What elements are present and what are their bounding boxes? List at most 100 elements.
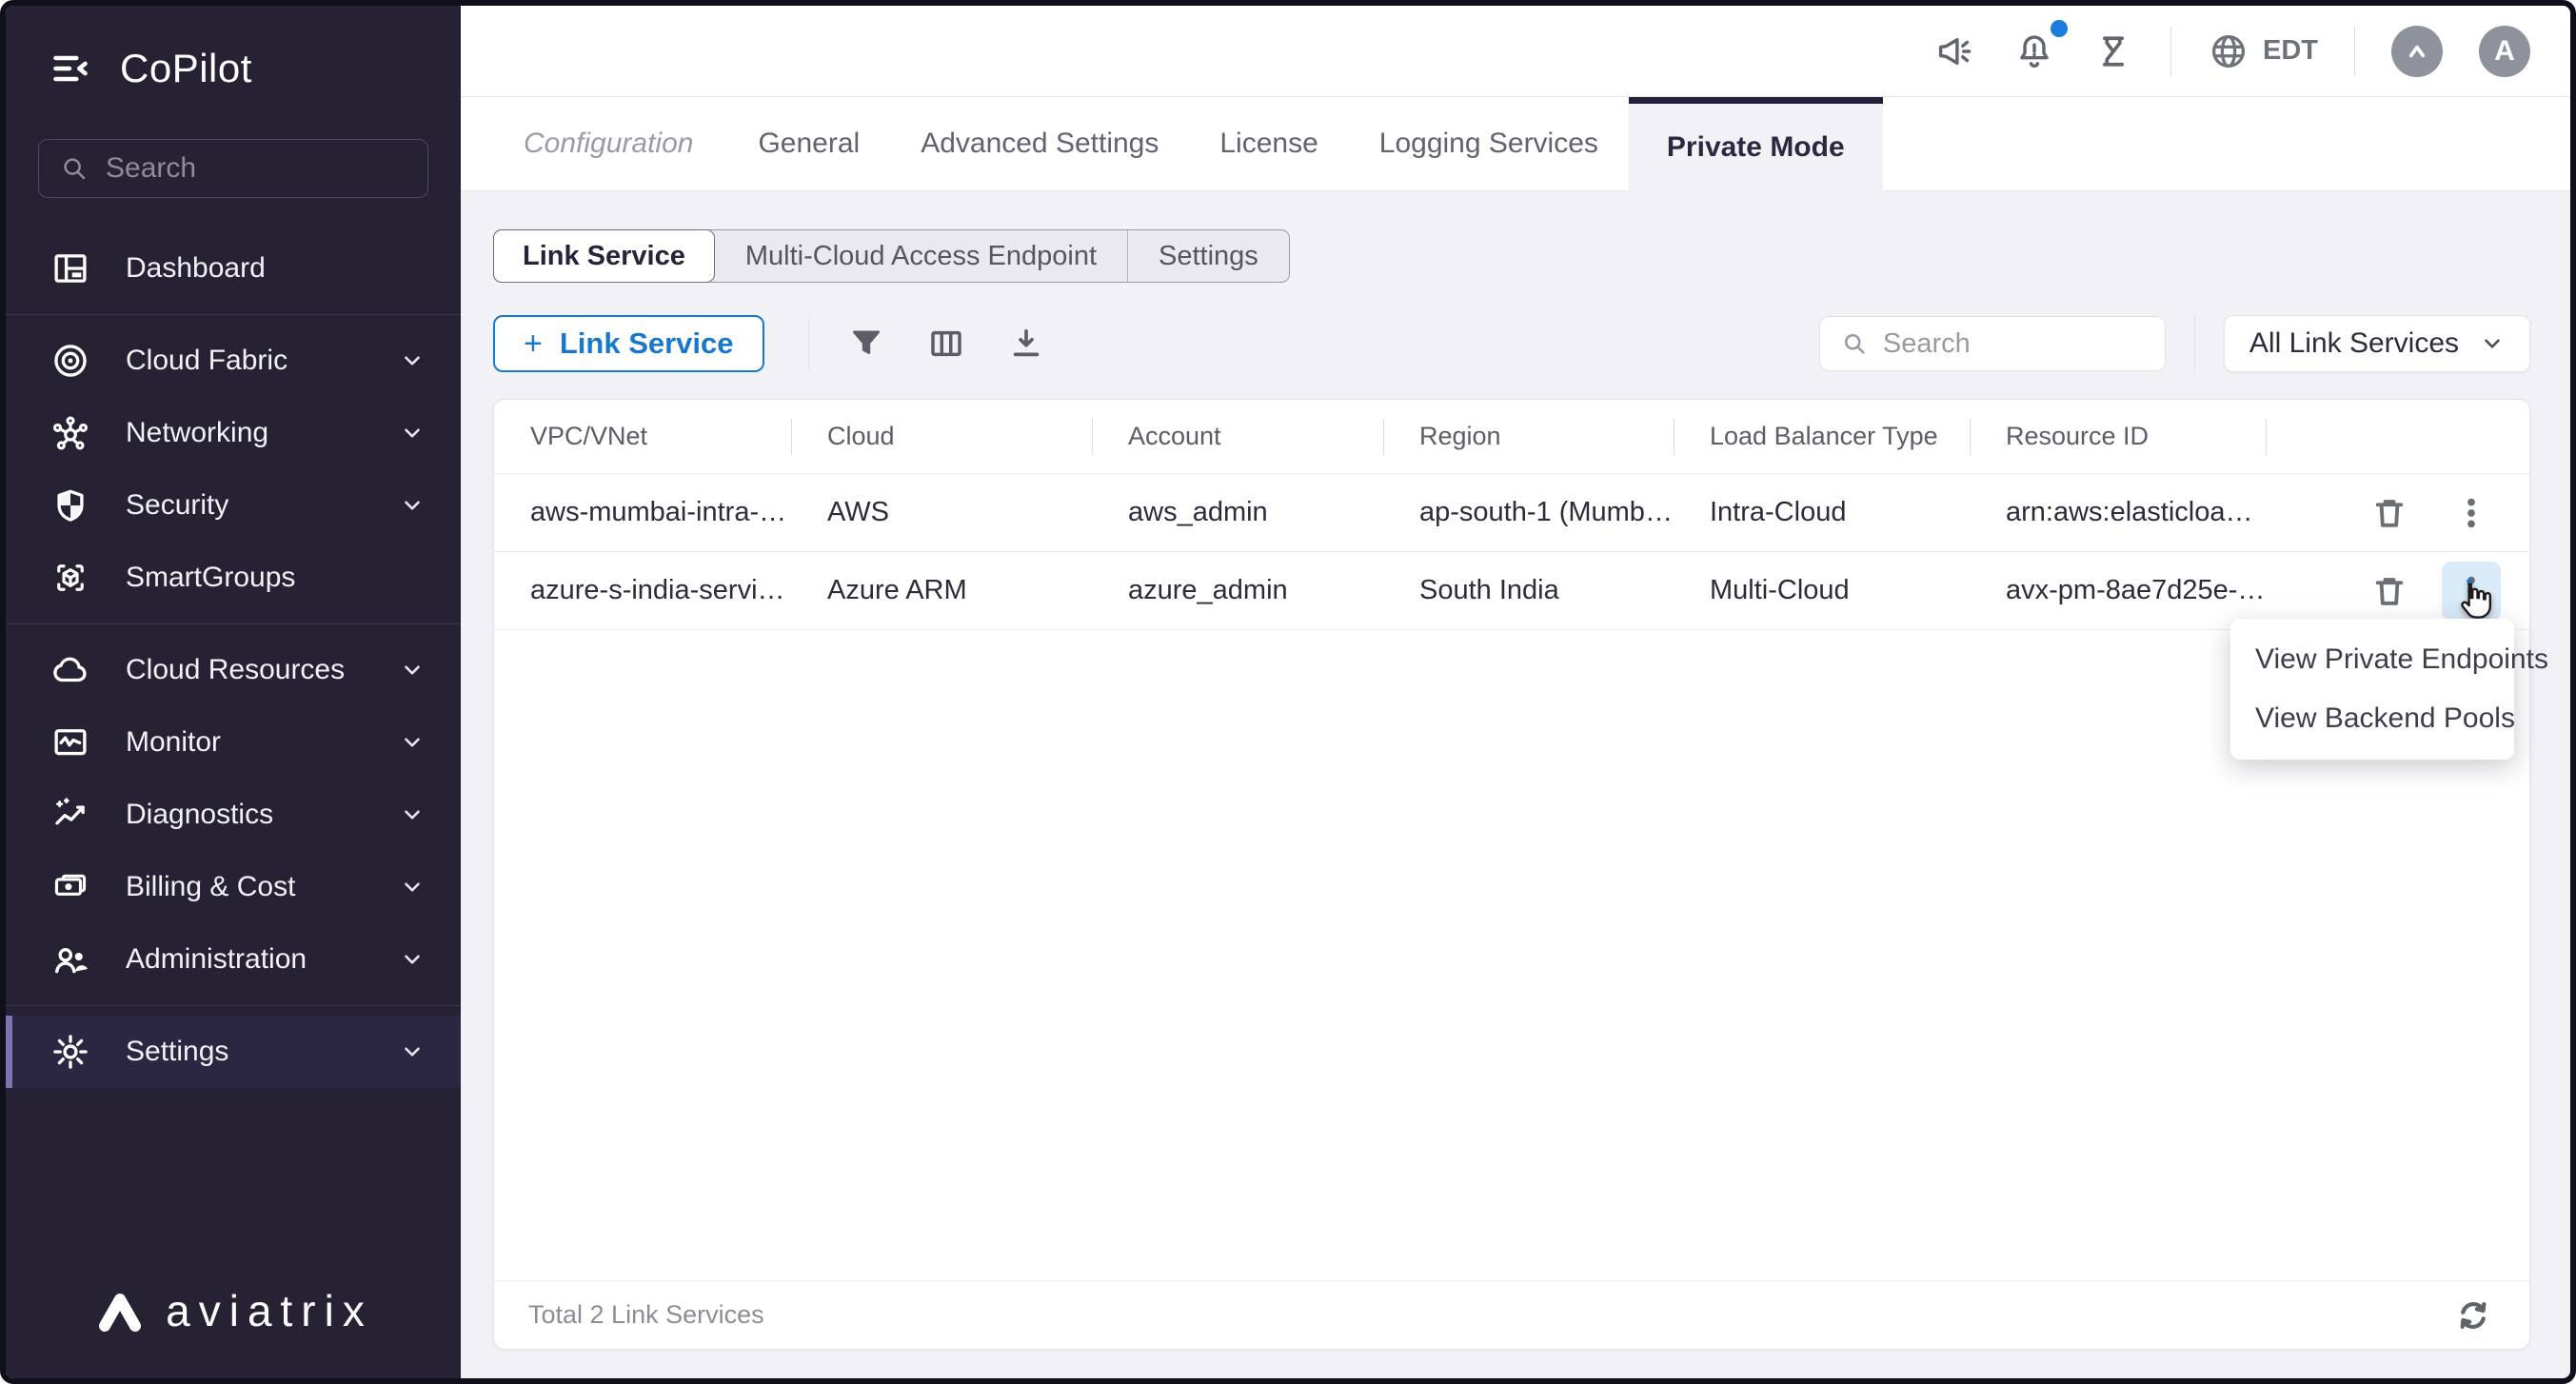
dashboard-icon <box>50 248 91 288</box>
kebab-menu-icon[interactable] <box>2442 484 2501 543</box>
notification-badge-dot <box>2051 20 2068 37</box>
topbar: EDT A <box>461 6 2570 97</box>
subtab-multicloud-access-endpoint[interactable]: Multi-Cloud Access Endpoint <box>715 230 1128 282</box>
sidebar-item-label: Administration <box>126 943 307 976</box>
link-services-table-card: VPC/VNet Cloud Account Region Load Balan… <box>493 399 2530 1350</box>
avatar-initial: A <box>2494 35 2515 68</box>
chevron-up-icon <box>2403 37 2431 66</box>
cell-region: South India <box>1383 575 1674 606</box>
tab-context-label: Configuration <box>493 97 727 190</box>
add-link-service-label: Link Service <box>560 326 734 361</box>
tab-logging-services[interactable]: Logging Services <box>1349 97 1629 190</box>
diagnostics-icon <box>50 795 91 835</box>
sidebar-item-label: Cloud Fabric <box>126 345 287 377</box>
sidebar-item-monitor[interactable]: Monitor <box>6 706 461 779</box>
column-header-region[interactable]: Region <box>1383 422 1674 451</box>
row-actions <box>2266 484 2529 543</box>
sidebar-item-smartgroups[interactable]: SmartGroups <box>6 542 461 614</box>
sidebar-search-input[interactable] <box>106 152 406 185</box>
row-context-menu: View Private Endpoints View Backend Pool… <box>2230 619 2514 760</box>
user-avatar[interactable]: A <box>2479 26 2530 77</box>
column-header-cloud[interactable]: Cloud <box>791 422 1092 451</box>
menu-item-view-private-endpoints[interactable]: View Private Endpoints <box>2230 630 2514 689</box>
menu-item-view-backend-pools[interactable]: View Backend Pools <box>2230 689 2514 748</box>
sidebar-item-cloud-resources[interactable]: Cloud Resources <box>6 634 461 706</box>
column-header-vpc[interactable]: VPC/VNet <box>494 422 791 451</box>
controller-avatar[interactable] <box>2391 26 2443 77</box>
cell-cloud: Azure ARM <box>791 575 1092 606</box>
tabbar: Configuration General Advanced Settings … <box>461 97 2570 191</box>
cell-account: azure_admin <box>1092 575 1383 606</box>
chevron-down-icon <box>400 1039 425 1064</box>
networking-icon <box>50 413 91 453</box>
table-empty-area <box>494 630 2529 1280</box>
column-header-lb-type[interactable]: Load Balancer Type <box>1674 422 1970 451</box>
hourglass-icon[interactable] <box>2092 30 2134 72</box>
users-icon <box>50 939 91 979</box>
aviatrix-wordmark: aviatrix <box>166 1285 373 1336</box>
cell-lb-type: Multi-Cloud <box>1674 575 1970 606</box>
sidebar: CoPilot Dashboard Cloud Fabric Networkin… <box>6 6 461 1378</box>
main-area: EDT A Configuration General Advanced Set… <box>461 6 2570 1378</box>
shield-icon <box>50 485 91 525</box>
sidebar-item-dashboard[interactable]: Dashboard <box>6 232 461 305</box>
sidebar-item-label: Cloud Resources <box>126 654 345 686</box>
sidebar-item-administration[interactable]: Administration <box>6 923 461 996</box>
search-icon <box>1841 330 1868 357</box>
tab-advanced-settings[interactable]: Advanced Settings <box>890 97 1189 190</box>
subtab-settings[interactable]: Settings <box>1128 230 1289 282</box>
scope-dropdown-value: All Link Services <box>2249 327 2459 360</box>
trash-icon[interactable] <box>2360 484 2419 543</box>
aviatrix-logo: aviatrix <box>6 1253 461 1378</box>
table-search-input[interactable] <box>1883 328 2144 360</box>
sidebar-item-security[interactable]: Security <box>6 469 461 542</box>
search-icon <box>60 154 89 183</box>
kebab-menu-icon-active[interactable] <box>2442 562 2501 621</box>
table-row[interactable]: azure-s-india-servi… Azure ARM azure_adm… <box>494 552 2529 630</box>
chevron-down-icon <box>400 730 425 755</box>
sidebar-item-diagnostics[interactable]: Diagnostics <box>6 779 461 851</box>
link-services-scope-dropdown[interactable]: All Link Services <box>2224 315 2530 372</box>
download-icon[interactable] <box>986 324 1066 364</box>
trash-icon[interactable] <box>2360 562 2419 621</box>
toolbar-divider <box>808 318 809 369</box>
sidebar-divider <box>6 623 461 624</box>
sidebar-item-billing[interactable]: Billing & Cost <box>6 851 461 923</box>
tab-general[interactable]: General <box>727 97 890 190</box>
sidebar-item-cloud-fabric[interactable]: Cloud Fabric <box>6 325 461 397</box>
sidebar-item-settings[interactable]: Settings <box>6 1016 461 1088</box>
chevron-down-icon <box>400 493 425 518</box>
subtab-link-service[interactable]: Link Service <box>493 229 715 283</box>
filter-icon[interactable] <box>826 324 906 364</box>
table-search[interactable] <box>1819 316 2166 371</box>
tab-license[interactable]: License <box>1189 97 1348 190</box>
row-actions <box>2266 562 2529 621</box>
cell-resource-id: arn:aws:elasticloa… <box>1970 497 2266 528</box>
topbar-divider <box>2354 27 2355 76</box>
cell-vpc: aws-mumbai-intra-… <box>494 497 791 528</box>
chevron-down-icon <box>2480 331 2505 356</box>
refresh-icon[interactable] <box>2451 1294 2495 1337</box>
sidebar-search[interactable] <box>38 139 428 198</box>
chevron-down-icon <box>400 658 425 682</box>
cell-cloud: AWS <box>791 497 1092 528</box>
sidebar-item-label: SmartGroups <box>126 562 295 594</box>
announcements-icon[interactable] <box>1932 30 1976 73</box>
timezone-selector[interactable]: EDT <box>2208 30 2318 72</box>
columns-icon[interactable] <box>906 324 986 364</box>
tab-private-mode[interactable]: Private Mode <box>1629 97 1883 191</box>
notifications-bell-icon[interactable] <box>2012 30 2056 73</box>
sidebar-collapse-icon[interactable] <box>50 48 91 89</box>
column-header-account[interactable]: Account <box>1092 422 1383 451</box>
chevron-down-icon <box>400 348 425 373</box>
table-row[interactable]: aws-mumbai-intra-… AWS aws_admin ap-sout… <box>494 474 2529 552</box>
aviatrix-mark-icon <box>93 1288 147 1334</box>
column-header-resource-id[interactable]: Resource ID <box>1970 422 2266 451</box>
chevron-down-icon <box>400 421 425 445</box>
cell-lb-type: Intra-Cloud <box>1674 497 1970 528</box>
sidebar-item-networking[interactable]: Networking <box>6 397 461 469</box>
monitor-icon <box>50 722 91 762</box>
table-header-row: VPC/VNet Cloud Account Region Load Balan… <box>494 400 2529 474</box>
add-link-service-button[interactable]: + Link Service <box>493 315 764 372</box>
sidebar-item-label: Security <box>126 489 228 522</box>
